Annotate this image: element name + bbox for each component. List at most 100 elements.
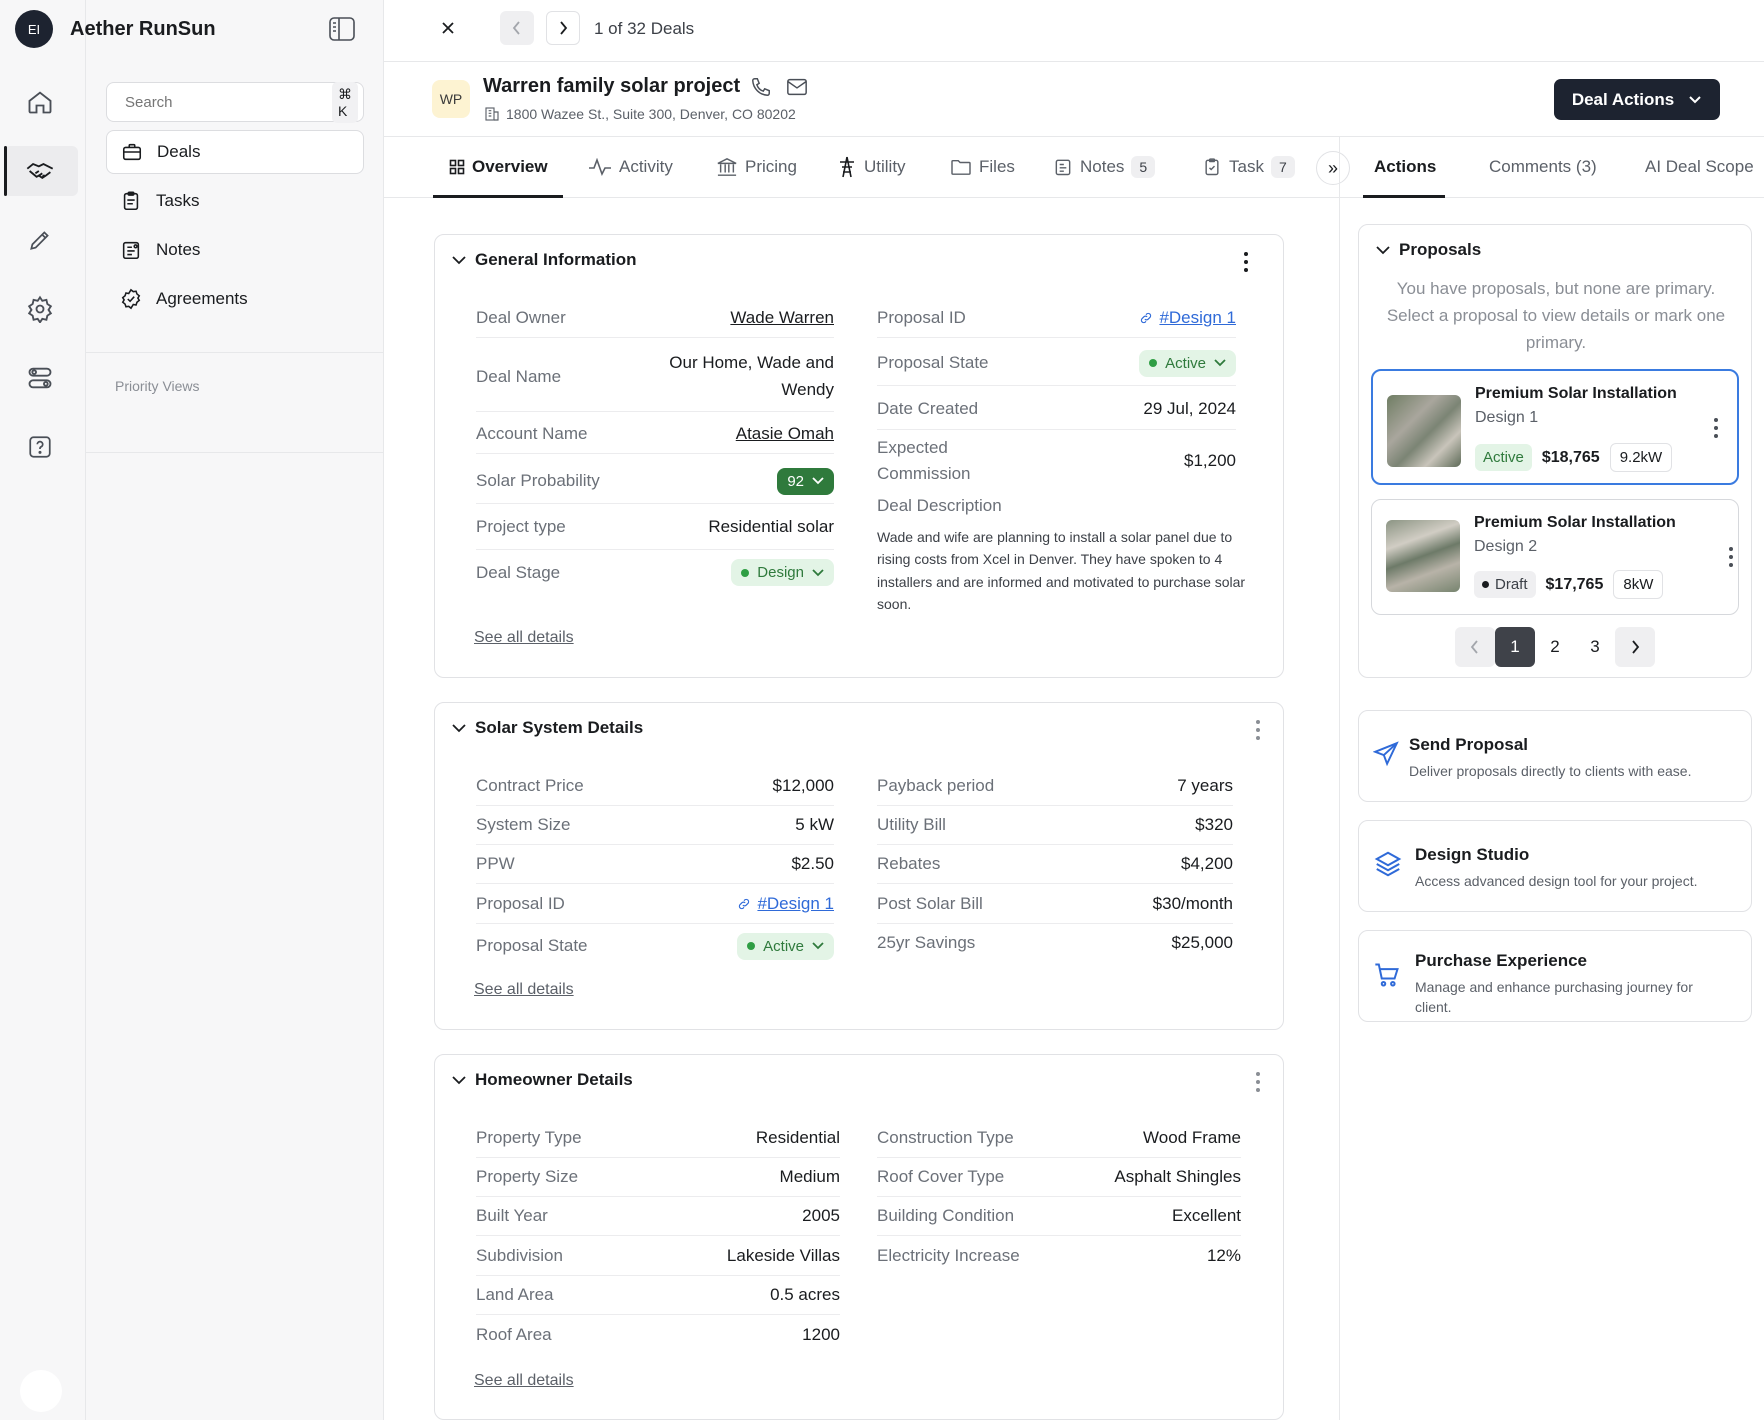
workspace-avatar[interactable]: EI (15, 10, 53, 48)
solar-probability-select[interactable]: 92 (777, 467, 834, 495)
status-dot (1149, 359, 1158, 367)
account-name-link[interactable]: Atasie Omah (736, 424, 834, 444)
deal-actions-label: Deal Actions (1571, 89, 1675, 109)
tab-overview[interactable]: Overview (449, 147, 548, 187)
field-property-type: Property Type Residential (476, 1118, 840, 1158)
field-value: 2005 (802, 1205, 840, 1225)
chevron-down-icon[interactable] (451, 255, 467, 265)
handshake-icon[interactable] (20, 151, 60, 191)
more-vertical-icon[interactable] (1255, 1071, 1261, 1093)
gear-icon[interactable] (20, 289, 60, 329)
clipboard-icon (123, 191, 139, 211)
tab-ai-deal-scope[interactable]: AI Deal Scope (1645, 147, 1754, 187)
tab-label: Activity (619, 157, 673, 176)
field-label: Construction Type (877, 1127, 1014, 1147)
pagination-prev-button[interactable] (1455, 627, 1495, 667)
tab-label: Notes (1080, 157, 1125, 176)
field-25yr-savings: 25yr Savings $25,000 (877, 923, 1233, 963)
field-label: Contract Price (476, 775, 584, 795)
proposal-title: Premium Solar Installation (1475, 385, 1677, 402)
pagination-page[interactable]: 1 (1495, 627, 1535, 667)
help-icon[interactable] (20, 427, 60, 467)
more-tabs-button[interactable]: » (1316, 151, 1350, 185)
action-description: Deliver proposals directly to clients wi… (1409, 763, 1692, 779)
tab-utility[interactable]: Utility (837, 147, 906, 187)
chevron-down-icon (812, 568, 824, 576)
tab-activity[interactable]: Activity (588, 147, 673, 187)
tab-task[interactable]: Task 7 (1202, 147, 1295, 187)
field-expected-commission: Expected Commission $1,200 (877, 432, 1236, 490)
field-label: Subdivision (476, 1245, 563, 1265)
action-title: Purchase Experience (1415, 951, 1587, 970)
proposal-id-link[interactable]: #Design 1 (1159, 308, 1236, 328)
see-all-details-link[interactable]: See all details (474, 629, 574, 647)
clipboard-check-icon (1205, 158, 1219, 176)
tab-actions[interactable]: Actions (1374, 147, 1436, 187)
pagination-page[interactable]: 3 (1575, 627, 1615, 667)
see-all-details-link[interactable]: See all details (474, 1372, 574, 1390)
tab-pricing[interactable]: Pricing (716, 147, 797, 187)
field-ppw: PPW $2.50 (476, 844, 834, 884)
field-value: 7 years (1177, 775, 1233, 795)
more-vertical-icon[interactable] (1243, 251, 1249, 273)
pagination-page[interactable]: 2 (1535, 627, 1575, 667)
chevron-down-icon[interactable] (451, 723, 467, 733)
mail-icon[interactable] (786, 77, 808, 97)
home-icon[interactable] (20, 82, 60, 122)
deal-actions-button[interactable]: Deal Actions (1554, 79, 1720, 120)
chevron-down-icon[interactable] (451, 1075, 467, 1085)
chevron-down-icon[interactable] (1375, 245, 1391, 255)
purchase-experience-action[interactable]: Purchase Experience Manage and enhance p… (1358, 930, 1752, 1022)
field-label: Deal Name (476, 366, 562, 386)
field-label: Roof Area (476, 1325, 552, 1344)
brand: EI Aether RunSun (15, 10, 355, 48)
field-label: Proposal State (877, 353, 989, 372)
deal-owner-link[interactable]: Wade Warren (730, 308, 834, 328)
status-dot (1482, 581, 1489, 588)
more-vertical-icon[interactable] (1713, 417, 1719, 439)
proposal-id-link[interactable]: #Design 1 (757, 894, 834, 914)
proposal-title: Premium Solar Installation (1474, 514, 1676, 531)
roof-thumbnail (1387, 395, 1461, 467)
tab-notes[interactable]: Notes 5 (1053, 147, 1156, 187)
more-vertical-icon[interactable] (1255, 719, 1261, 741)
tab-files[interactable]: Files (950, 147, 1015, 187)
pencil-icon[interactable] (20, 220, 60, 260)
pagination-next-button[interactable] (1615, 627, 1655, 667)
see-all-details-link[interactable]: See all details (474, 981, 574, 999)
proposal-state-select[interactable]: Active (737, 932, 834, 960)
next-deal-button[interactable] (546, 11, 580, 45)
search-input[interactable] (125, 93, 324, 111)
tab-comments[interactable]: Comments (3) (1489, 147, 1597, 187)
search-box[interactable]: ⌘ K (106, 81, 364, 123)
sidebar-item-agreements[interactable]: Agreements (106, 277, 364, 321)
design-studio-action[interactable]: Design Studio Access advanced design too… (1358, 820, 1752, 912)
proposal-card[interactable]: Premium Solar Installation Design 2 Draf… (1371, 499, 1739, 615)
deal-stage-value: Design (757, 564, 804, 581)
phone-icon[interactable] (750, 76, 772, 98)
send-icon (1373, 741, 1399, 767)
sidebar-item-notes[interactable]: Notes (106, 228, 364, 272)
prev-deal-button[interactable] (500, 11, 534, 45)
user-avatar[interactable] (20, 1370, 62, 1412)
sidebar-item-tasks[interactable]: Tasks (106, 179, 364, 223)
sidebar-toggle-icon[interactable] (328, 16, 356, 42)
field-value: 29 Jul, 2024 (1143, 398, 1236, 418)
proposal-state-select[interactable]: Active (1139, 349, 1236, 377)
proposal-card[interactable]: Premium Solar Installation Design 1 Acti… (1371, 369, 1739, 485)
toggles-icon[interactable] (20, 358, 60, 398)
field-value: $30/month (1152, 893, 1233, 913)
sidebar-divider (86, 452, 384, 453)
deal-counter: 1 of 32 Deals (594, 19, 695, 38)
header-divider (384, 136, 1764, 137)
close-icon[interactable] (431, 11, 465, 45)
send-proposal-action[interactable]: Send Proposal Deliver proposals directly… (1358, 710, 1752, 802)
deal-stage-select[interactable]: Design (731, 559, 834, 586)
field-label: Deal Stage (476, 562, 561, 582)
proposal-price: $18,765 (1541, 448, 1600, 466)
field-rebates: Rebates $4,200 (877, 844, 1233, 884)
more-vertical-icon[interactable] (1728, 546, 1734, 568)
tab-label: Overview (472, 157, 548, 176)
power-tower-icon (840, 156, 854, 178)
sidebar-item-deals[interactable]: Deals (106, 130, 364, 174)
